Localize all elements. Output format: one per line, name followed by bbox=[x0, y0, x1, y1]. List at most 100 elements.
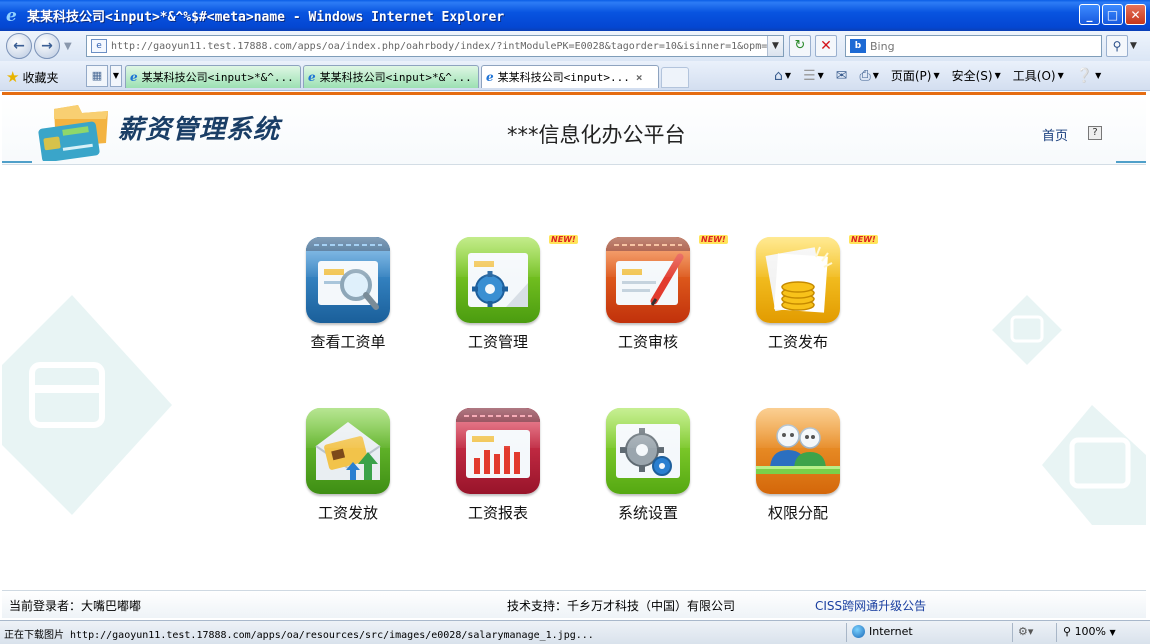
close-button[interactable]: ✕ bbox=[1125, 4, 1146, 25]
status-bar: 正在下载图片 http://gaoyun11.test.17888.com/ap… bbox=[0, 620, 1150, 644]
window-title: 某某科技公司<input>*&^%$#<meta>name - Windows … bbox=[27, 10, 505, 25]
zoom-control[interactable]: ⚲ 100% ▼ bbox=[1063, 625, 1116, 638]
maximize-button[interactable]: □ bbox=[1102, 4, 1123, 25]
tab-close-icon[interactable]: × bbox=[636, 71, 643, 84]
app-salary-audit[interactable]: NEW! 工资审核 bbox=[593, 235, 728, 377]
app-system-settings[interactable]: 系统设置 bbox=[593, 408, 703, 548]
help-circle-icon: ❔ bbox=[1075, 67, 1094, 84]
new-badge: NEW! bbox=[549, 235, 578, 244]
tab-3-label: 某某科技公司<input>... bbox=[497, 71, 630, 84]
page-menu[interactable]: 页面(P) ▼ bbox=[891, 67, 940, 84]
read-mail-button[interactable]: ✉ bbox=[836, 68, 848, 84]
app-permission-assign[interactable]: 权限分配 bbox=[743, 408, 853, 548]
app-label: 工资审核 bbox=[617, 333, 678, 351]
app-salary-pay[interactable]: 工资发放 bbox=[293, 408, 403, 548]
app-label: 查看工资单 bbox=[310, 333, 386, 351]
new-tab-button[interactable] bbox=[661, 67, 689, 88]
tab-2-label: 某某科技公司<input>*&^... bbox=[319, 71, 472, 84]
history-dropdown-icon[interactable]: ▼ bbox=[64, 41, 72, 52]
home-icon: ⌂ bbox=[774, 67, 783, 84]
quick-tabs-icon[interactable]: ▦ bbox=[86, 65, 108, 87]
minimize-button[interactable]: _ bbox=[1079, 4, 1100, 25]
ie-logo-icon: e bbox=[6, 5, 17, 26]
tab-ie-icon: e bbox=[486, 70, 494, 84]
background-card-decoration-right bbox=[992, 295, 1146, 525]
app-label: 工资发布 bbox=[767, 333, 828, 351]
back-button[interactable]: ← bbox=[6, 33, 32, 59]
search-button[interactable]: ⚲ bbox=[1106, 35, 1128, 57]
print-button[interactable]: ⎙ ▼ bbox=[860, 68, 879, 84]
address-bar[interactable]: e http://gaoyun11.test.17888.com/apps/oa… bbox=[86, 35, 784, 57]
safety-menu[interactable]: 安全(S) ▼ bbox=[952, 67, 1001, 84]
safety-menu-label: 安全(S) bbox=[951, 69, 993, 83]
salary-audit-pen-icon[interactable] bbox=[606, 237, 690, 323]
salary-pay-envelope-icon[interactable] bbox=[306, 408, 390, 494]
page-footer: 当前登录者：大嘴巴嘟嘟 技术支持：千乡万才科技（中国）有限公司 CISS跨网通升… bbox=[2, 590, 1146, 618]
tab-3-active[interactable]: e 某某科技公司<input>... × bbox=[481, 65, 659, 88]
rss-icon: ☰ bbox=[803, 67, 816, 84]
app-view-salary-slip[interactable]: 查看工资单 bbox=[293, 237, 403, 377]
bing-icon: b bbox=[850, 39, 866, 53]
search-input[interactable] bbox=[870, 39, 1070, 53]
app-label: 工资发放 bbox=[317, 504, 378, 522]
tab-1-label: 某某科技公司<input>*&^... bbox=[141, 71, 294, 84]
app-salary-report[interactable]: 工资报表 bbox=[443, 408, 553, 548]
search-options-dropdown-icon[interactable]: ▼ bbox=[1130, 41, 1137, 51]
app-salary-publish[interactable]: NEW! 工资发布 bbox=[743, 235, 878, 377]
tab-list-dropdown-icon[interactable]: ▼ bbox=[110, 65, 122, 87]
app-label: 权限分配 bbox=[767, 504, 828, 522]
globe-icon bbox=[852, 625, 865, 638]
mail-icon: ✉ bbox=[835, 67, 848, 84]
background-card-decoration-left bbox=[2, 295, 172, 515]
stop-button[interactable]: ✕ bbox=[815, 35, 837, 57]
zoom-level: 100% bbox=[1074, 625, 1107, 638]
favorites-button[interactable]: ★ 收藏夹 bbox=[6, 68, 58, 86]
status-text: 正在下载图片 http://gaoyun11.test.17888.com/ap… bbox=[4, 630, 594, 641]
app-label: 系统设置 bbox=[617, 504, 678, 522]
zoom-magnifier-icon: ⚲ bbox=[1063, 625, 1072, 638]
favorites-star-icon: ★ bbox=[6, 68, 20, 86]
tools-menu-label: 工具(O) bbox=[1012, 69, 1056, 83]
system-title: 薪资管理系统 bbox=[118, 115, 281, 145]
salary-card-logo-icon bbox=[38, 105, 108, 161]
refresh-button[interactable]: ↻ bbox=[789, 35, 811, 57]
address-url[interactable]: http://gaoyun11.test.17888.com/apps/oa/i… bbox=[111, 41, 771, 52]
salary-publish-coins-icon[interactable] bbox=[756, 237, 840, 323]
permission-users-icon[interactable] bbox=[756, 408, 840, 494]
new-badge: NEW! bbox=[699, 235, 728, 244]
tab-1[interactable]: e 某某科技公司<input>*&^... bbox=[125, 65, 301, 88]
search-box[interactable]: b bbox=[845, 35, 1102, 57]
help-icon[interactable]: ? bbox=[1088, 126, 1102, 140]
app-label: 工资管理 bbox=[467, 333, 528, 351]
tools-menu[interactable]: 工具(O) ▼ bbox=[1013, 67, 1064, 84]
salary-management-gear-icon[interactable] bbox=[456, 237, 540, 323]
home-link[interactable]: 首页 bbox=[1042, 125, 1068, 144]
help-menu[interactable]: ❔ ▼ bbox=[1076, 68, 1102, 84]
forward-button[interactable]: → bbox=[34, 33, 60, 59]
address-dropdown-icon[interactable]: ▼ bbox=[767, 36, 783, 56]
navigation-bar: ← → ▼ e http://gaoyun11.test.17888.com/a… bbox=[0, 31, 1150, 61]
platform-title: ***信息化办公平台 bbox=[507, 123, 686, 147]
tab-2[interactable]: e 某某科技公司<input>*&^... bbox=[303, 65, 479, 88]
home-button[interactable]: ⌂ ▼ bbox=[774, 68, 791, 84]
protected-mode-icon[interactable]: ⚙▾ bbox=[1018, 625, 1033, 638]
printer-icon: ⎙ bbox=[859, 67, 871, 84]
upgrade-notice-link[interactable]: CISS跨网通升级公告 bbox=[815, 597, 926, 614]
salary-report-chart-icon[interactable] bbox=[456, 408, 540, 494]
tab-ie-icon: e bbox=[308, 70, 316, 84]
app-salary-management[interactable]: NEW! 工资管理 bbox=[443, 235, 578, 377]
window-title-bar: e 某某科技公司<input>*&^%$#<meta>name - Window… bbox=[0, 0, 1150, 31]
page-header: 薪资管理系统 ***信息化办公平台 首页 ? bbox=[2, 95, 1146, 165]
current-user: 当前登录者：大嘴巴嘟嘟 bbox=[9, 599, 142, 613]
web-page: 薪资管理系统 ***信息化办公平台 首页 ? 查看工资单 NEW! 工资管理 N… bbox=[2, 92, 1146, 620]
tab-bar: ★ 收藏夹 ▦ ▼ e 某某科技公司<input>*&^... e 某某科技公司… bbox=[0, 61, 1150, 91]
page-menu-label: 页面(P) bbox=[890, 69, 932, 83]
favorites-label: 收藏夹 bbox=[22, 70, 59, 85]
salary-slip-search-icon[interactable] bbox=[306, 237, 390, 323]
tech-support: 技术支持：千乡万才科技（中国）有限公司 bbox=[507, 599, 736, 613]
app-label: 工资报表 bbox=[467, 504, 528, 522]
feeds-button[interactable]: ☰ ▼ bbox=[803, 68, 824, 84]
security-zone[interactable]: Internet bbox=[852, 625, 913, 638]
zone-label: Internet bbox=[869, 625, 913, 638]
system-settings-gear-icon[interactable] bbox=[606, 408, 690, 494]
